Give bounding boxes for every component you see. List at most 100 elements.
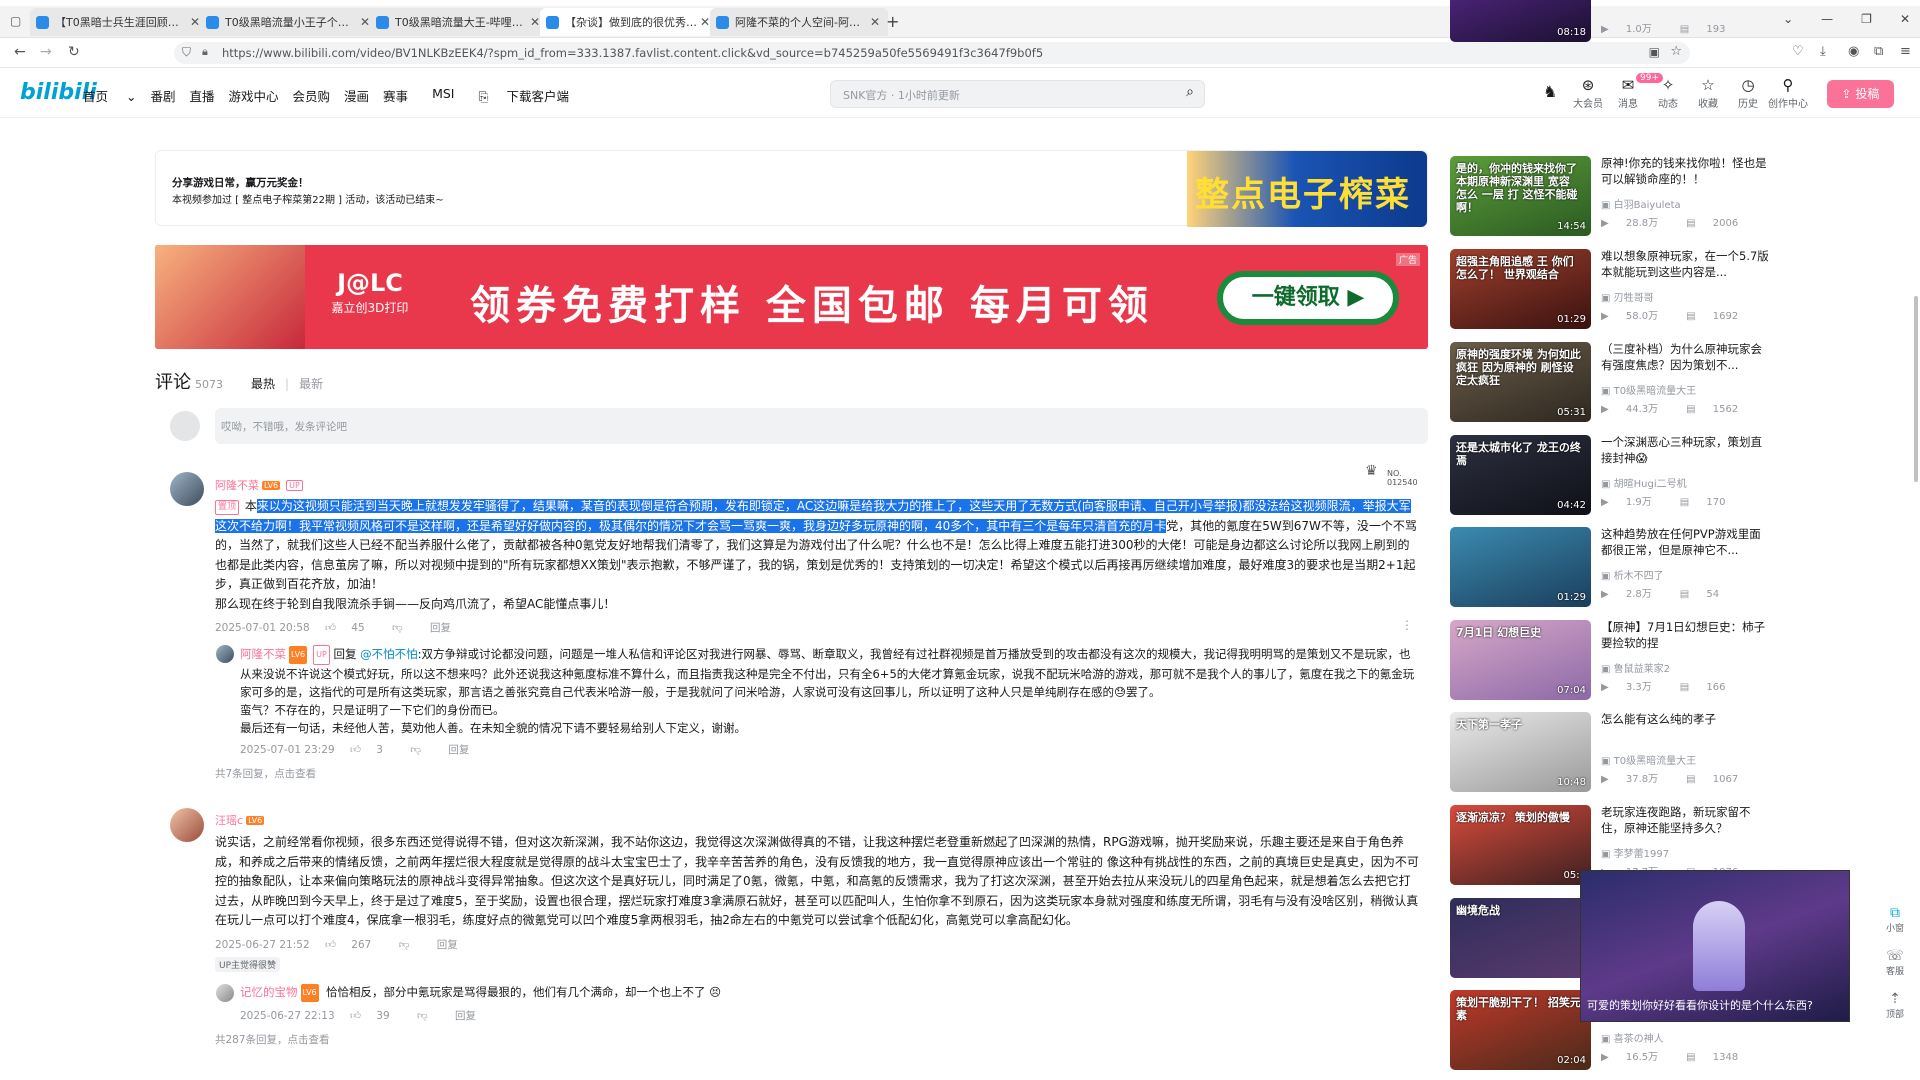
nav-download-client[interactable]: ⎘ 下载客户端 bbox=[478, 86, 583, 105]
comment-username[interactable]: 阿隆不菜 LV6 UP bbox=[215, 477, 303, 493]
recommend-video-card[interactable]: 天下第一孝子 10:48 怎么能有这么纯的孝子 ▣ T0级黑暗流量大王 ▶ 37.8万 ▤… bbox=[1450, 712, 1775, 792]
tab-list-icon[interactable]: ⌄ bbox=[1783, 12, 1793, 26]
recommend-video-card[interactable]: 7月1日 幻想巨史 07:04 【原神】7月1日幻想巨史：柿子要捡软的捏 ▣ 鲁鼠益莱… bbox=[1450, 620, 1775, 700]
browser-tab-3[interactable]: T0级黑暗流量大王-哔哩哔哩 ✕ bbox=[370, 8, 548, 36]
video-uploader[interactable]: ▣ 白羽Baiyuleta bbox=[1601, 196, 1681, 211]
new-tab-button[interactable]: + bbox=[886, 12, 899, 31]
video-uploader[interactable]: ▣ 刃牲哥哥 bbox=[1601, 289, 1654, 304]
search-icon[interactable]: ⌕ bbox=[1186, 84, 1194, 100]
lock-icon[interactable]: 🔒︎ bbox=[202, 45, 208, 59]
nav-manga[interactable]: 漫画 bbox=[344, 86, 369, 105]
pocket-icon[interactable]: ♡ bbox=[1792, 44, 1804, 59]
video-title[interactable]: 老玩家连夜跑路，新玩家留不住，原神还能坚持多久？ bbox=[1601, 805, 1769, 836]
recommend-video-card[interactable]: 原神的强度环境 为何如此疯狂 因为原神的 刷怪设定太疯狂 05:31 （三度补档）为… bbox=[1450, 342, 1775, 422]
ad-claim-button[interactable]: 一键领取 ▶ bbox=[1217, 271, 1399, 325]
tab-actions-icon[interactable]: ▢ bbox=[10, 14, 21, 28]
video-thumbnail[interactable]: 是的，你冲的钱来找你了 本期原神新深渊里 宽容 怎么 一层 打 这怪不能碰啊！ 1… bbox=[1450, 156, 1591, 236]
video-uploader[interactable]: ▣ T0级黑暗流量大王 bbox=[1601, 382, 1696, 397]
reply-button[interactable]: 回复 bbox=[437, 939, 458, 951]
like-button[interactable]: 👍︎ 3 bbox=[350, 744, 395, 756]
extensions-icon[interactable]: ⧉ bbox=[1874, 44, 1883, 59]
float-service[interactable]: ☏ 客服 bbox=[1880, 948, 1910, 977]
video-thumbnail[interactable]: 原神的强度环境 为何如此疯狂 因为原神的 刷怪设定太疯狂 05:31 bbox=[1450, 342, 1591, 422]
browser-tab-4-active[interactable]: 【杂谈】做到底的很优秀！宣言✕ bbox=[540, 8, 718, 36]
video-thumbnail[interactable]: 策划干脆别干了！ 招笑元素 02:04 bbox=[1450, 990, 1591, 1070]
recommend-video-card[interactable]: 01:29 这种趋势放在任何PVP游戏里面都很正常，但是原神它不... ▣ 析木不四… bbox=[1450, 527, 1775, 607]
sort-new[interactable]: 最新 bbox=[299, 375, 323, 392]
like-button[interactable]: 👍︎ 45 bbox=[325, 622, 377, 634]
video-title[interactable]: （三度补档）为什么原神玩家会有强度焦虑？因为策划不... bbox=[1601, 342, 1769, 373]
nav-home[interactable]: 首页 ⌄ bbox=[83, 86, 136, 105]
video-thumbnail[interactable]: 逐渐凉凉？ 策划的傲慢 05:0 bbox=[1450, 805, 1591, 885]
mention-link[interactable]: @不怕不怕 bbox=[360, 647, 418, 661]
video-title[interactable]: 这种趋势放在任何PVP游戏里面都很正常，但是原神它不... bbox=[1601, 527, 1769, 558]
video-title[interactable]: 原神!你充的钱来找你啦！怪也是可以解锁命座的！！ bbox=[1601, 156, 1769, 187]
reply-button[interactable]: 回复 bbox=[430, 622, 451, 634]
video-uploader[interactable]: ▣ 鲁鼠益莱家2 bbox=[1601, 660, 1670, 675]
browser-tab-1[interactable]: 【T0黑暗士兵生涯回顾】狗粮玩✕ bbox=[30, 8, 208, 36]
video-uploader[interactable]: ▣ 胡暄Hugi二号机 bbox=[1601, 475, 1687, 490]
sub-reply-username[interactable]: 记忆的宝物 LV6 bbox=[240, 984, 319, 1002]
download-icon[interactable]: ⤓ bbox=[1820, 44, 1826, 59]
menu-icon[interactable]: ≡ bbox=[1900, 44, 1911, 59]
avatar[interactable] bbox=[170, 472, 204, 506]
float-top[interactable]: ⇡ 顶部 bbox=[1880, 991, 1910, 1020]
video-thumbnail[interactable]: 7月1日 幻想巨史 07:04 bbox=[1450, 620, 1591, 700]
scrollbar-track[interactable] bbox=[1913, 118, 1918, 1018]
reply-button[interactable]: 回复 bbox=[455, 1010, 476, 1022]
dislike-button[interactable]: 👎︎ bbox=[417, 1010, 440, 1022]
like-button[interactable]: 👍︎ 39 bbox=[350, 1010, 402, 1022]
avatar[interactable] bbox=[216, 645, 234, 663]
browser-tab-5[interactable]: 阿隆不菜的个人空间-阿隆不菜 ✕ bbox=[710, 8, 888, 36]
avatar[interactable] bbox=[216, 984, 234, 1002]
account-icon[interactable]: ◉ bbox=[1848, 44, 1859, 59]
recommend-video-card[interactable]: 是的，你冲的钱来找你了 本期原神新深渊里 宽容 怎么 一层 打 这怪不能碰啊！ 1… bbox=[1450, 156, 1775, 236]
video-uploader[interactable]: ▣ 李梦蕾1997 bbox=[1601, 845, 1669, 860]
shield-icon[interactable]: ⛉ bbox=[182, 45, 191, 60]
nav-game-center[interactable]: 游戏中心 bbox=[229, 86, 279, 105]
video-title[interactable]: 怎么能有这么纯的孝子 bbox=[1601, 712, 1769, 728]
video-thumbnail[interactable]: 超强主角阻追感 王 你们怎么了！ 世界观结合 01:29 bbox=[1450, 249, 1591, 329]
video-title[interactable]: 难以想象原神玩家，在一个5.7版本就能玩到这些内容是... bbox=[1601, 249, 1769, 280]
scrollbar-thumb[interactable] bbox=[1914, 296, 1918, 482]
reply-button[interactable]: 回复 bbox=[448, 744, 469, 756]
comment-input[interactable]: 哎呦，不错哦，发条评论吧 bbox=[215, 408, 1428, 444]
float-mini-window[interactable]: ⧉ 小窗 bbox=[1880, 905, 1910, 934]
my-avatar[interactable] bbox=[170, 411, 200, 441]
recommend-video-card[interactable]: 08:18 ▶ 1.0万 ▤ 193 bbox=[1450, 0, 1775, 42]
dislike-button[interactable]: 👎︎ bbox=[399, 939, 422, 951]
minimize-icon[interactable]: — bbox=[1821, 12, 1833, 26]
dislike-button[interactable]: 👎︎ bbox=[410, 744, 433, 756]
close-window-icon[interactable]: ✕ bbox=[1900, 12, 1910, 26]
nav-msi[interactable]: MSI bbox=[432, 86, 454, 105]
nav-mall[interactable]: 会员购 bbox=[293, 86, 331, 105]
video-thumbnail[interactable]: 还是太城市化了 龙王の终焉 04:42 bbox=[1450, 435, 1591, 515]
video-title[interactable]: 【原神】7月1日幻想巨史：柿子要捡软的捏 bbox=[1601, 620, 1769, 651]
recommend-video-card[interactable]: 还是太城市化了 龙王の终焉 04:42 一个深渊恶心三种玩家，策划直接封神😱 ▣ 胡暄… bbox=[1450, 435, 1775, 515]
comment-username[interactable]: 汪瑶c LV6 bbox=[215, 812, 265, 828]
view-more-replies[interactable]: 共7条回复，点击查看 bbox=[215, 766, 316, 781]
forward-icon[interactable]: → bbox=[40, 44, 52, 60]
browser-tab-2[interactable]: T0级黑暗流量小王子个人动态 ✕ bbox=[200, 8, 378, 36]
restore-icon[interactable]: ❐ bbox=[1861, 12, 1872, 26]
video-uploader[interactable]: ▣ 喜茶の神人 bbox=[1601, 1030, 1664, 1045]
nav-live[interactable]: 直播 bbox=[189, 86, 214, 105]
video-thumbnail[interactable]: 天下第一孝子 10:48 bbox=[1450, 712, 1591, 792]
video-uploader[interactable]: ▣ T0级黑暗流量大王 bbox=[1601, 752, 1696, 767]
video-thumbnail[interactable]: 01:29 bbox=[1450, 527, 1591, 607]
more-options-icon[interactable]: ⋮ bbox=[1401, 618, 1413, 632]
back-icon[interactable]: ← bbox=[14, 44, 26, 60]
video-title[interactable]: 一个深渊恶心三种玩家，策划直接封神😱 bbox=[1601, 435, 1769, 466]
search-input[interactable]: SNK官方 · 1小时前更新 ⌕ bbox=[830, 80, 1205, 108]
sub-reply-username[interactable]: 阿隆不菜 LV6 UP bbox=[240, 645, 330, 665]
like-button[interactable]: 👍︎ 267 bbox=[325, 939, 383, 951]
activity-image[interactable]: 整点电子榨菜 bbox=[1187, 151, 1427, 227]
recommend-video-card[interactable]: 超强主角阻追感 王 你们怎么了！ 世界观结合 01:29 难以想象原神玩家，在一个5… bbox=[1450, 249, 1775, 329]
nav-anime[interactable]: 番剧 bbox=[150, 86, 175, 105]
video-uploader[interactable]: ▣ 析木不四了 bbox=[1601, 567, 1664, 582]
nav-esports[interactable]: 赛事 bbox=[383, 86, 408, 105]
reload-icon[interactable]: ↻ bbox=[68, 44, 80, 60]
mini-player[interactable]: 可爱的策划你好好看看你设计的是个什么东西? bbox=[1580, 870, 1850, 1022]
video-thumbnail[interactable]: 08:18 bbox=[1450, 0, 1591, 42]
ad-banner[interactable]: J@LC 嘉立创3D打印 领券免费打样 全国包邮 每月可领 一键领取 ▶ 广告 bbox=[155, 245, 1428, 349]
